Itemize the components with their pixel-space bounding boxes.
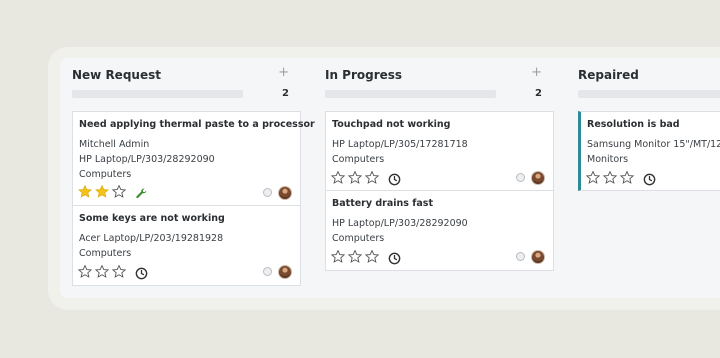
kanban-card[interactable]: Touchpad not working HP Laptop/LP/305/17… xyxy=(325,111,554,191)
star-icon[interactable] xyxy=(95,185,109,198)
star-icon[interactable] xyxy=(78,185,92,198)
add-card-icon[interactable]: + xyxy=(531,66,542,79)
status-dot[interactable] xyxy=(263,267,272,276)
column-count: 2 xyxy=(535,88,542,99)
card-category: Computers xyxy=(79,169,132,180)
card-title: Battery drains fast xyxy=(332,198,433,209)
avatar[interactable] xyxy=(278,186,292,200)
star-icon[interactable] xyxy=(112,265,126,278)
star-icon[interactable] xyxy=(620,171,634,184)
column-progress-bar[interactable] xyxy=(325,90,496,98)
card-equipment: HP Laptop/LP/303/28292090 xyxy=(332,218,468,229)
status-dot[interactable] xyxy=(516,252,525,261)
column-count: 2 xyxy=(282,88,289,99)
column-title: New Request xyxy=(72,68,161,82)
priority-stars[interactable] xyxy=(78,185,126,198)
priority-stars[interactable] xyxy=(331,250,379,263)
clock-icon[interactable] xyxy=(135,265,148,284)
status-dot[interactable] xyxy=(516,173,525,182)
column-progress-bar[interactable] xyxy=(578,90,720,98)
card-equipment: Acer Laptop/LP/203/19281928 xyxy=(79,233,224,244)
column-new-request: New Request + 2 Need applying thermal pa… xyxy=(60,58,315,298)
card-category: Computers xyxy=(332,233,385,244)
kanban-card[interactable]: Some keys are not working Acer Laptop/LP… xyxy=(72,205,301,286)
card-equipment: Samsung Monitor 15"/MT/127/ xyxy=(587,139,720,150)
card-category: Monitors xyxy=(587,154,629,165)
star-icon[interactable] xyxy=(348,250,362,263)
card-title: Resolution is bad xyxy=(587,119,680,130)
card-category: Computers xyxy=(332,154,385,165)
clock-icon[interactable] xyxy=(388,171,401,190)
kanban-card[interactable]: Resolution is bad Samsung Monitor 15"/MT… xyxy=(578,111,720,191)
star-icon[interactable] xyxy=(348,171,362,184)
kanban-board: New Request + 2 Need applying thermal pa… xyxy=(60,58,720,298)
avatar[interactable] xyxy=(278,265,292,279)
card-equipment: HP Laptop/LP/303/28292090 xyxy=(79,154,215,165)
star-icon[interactable] xyxy=(365,171,379,184)
star-icon[interactable] xyxy=(586,171,600,184)
kanban-card[interactable]: Battery drains fast HP Laptop/LP/303/282… xyxy=(325,190,554,271)
avatar[interactable] xyxy=(531,250,545,264)
star-icon[interactable] xyxy=(603,171,617,184)
kanban-card[interactable]: Need applying thermal paste to a process… xyxy=(72,111,315,206)
column-progress-bar[interactable] xyxy=(72,90,243,98)
card-category: Computers xyxy=(79,248,132,259)
card-title: Touchpad not working xyxy=(332,119,451,130)
star-icon[interactable] xyxy=(78,265,92,278)
card-title: Some keys are not working xyxy=(79,213,225,224)
star-icon[interactable] xyxy=(331,250,345,263)
star-icon[interactable] xyxy=(95,265,109,278)
card-title: Need applying thermal paste to a process… xyxy=(79,119,315,130)
star-icon[interactable] xyxy=(365,250,379,263)
star-icon[interactable] xyxy=(331,171,345,184)
priority-stars[interactable] xyxy=(586,171,634,184)
add-card-icon[interactable]: + xyxy=(278,66,289,79)
priority-stars[interactable] xyxy=(78,265,126,278)
column-in-progress: In Progress + 2 Touchpad not working HP … xyxy=(313,58,554,298)
card-equipment: HP Laptop/LP/305/17281718 xyxy=(332,139,468,150)
status-dot[interactable] xyxy=(263,188,272,197)
star-icon[interactable] xyxy=(112,185,126,198)
column-title: In Progress xyxy=(325,68,403,82)
clock-icon[interactable] xyxy=(388,250,401,269)
avatar[interactable] xyxy=(531,171,545,185)
card-assignee: Mitchell Admin xyxy=(79,139,150,150)
column-title: Repaired xyxy=(578,68,639,82)
priority-stars[interactable] xyxy=(331,171,379,184)
clock-icon[interactable] xyxy=(643,171,656,190)
wrench-icon[interactable] xyxy=(135,185,148,204)
column-repaired: Repaired Resolution is bad Samsung Monit… xyxy=(566,58,720,298)
